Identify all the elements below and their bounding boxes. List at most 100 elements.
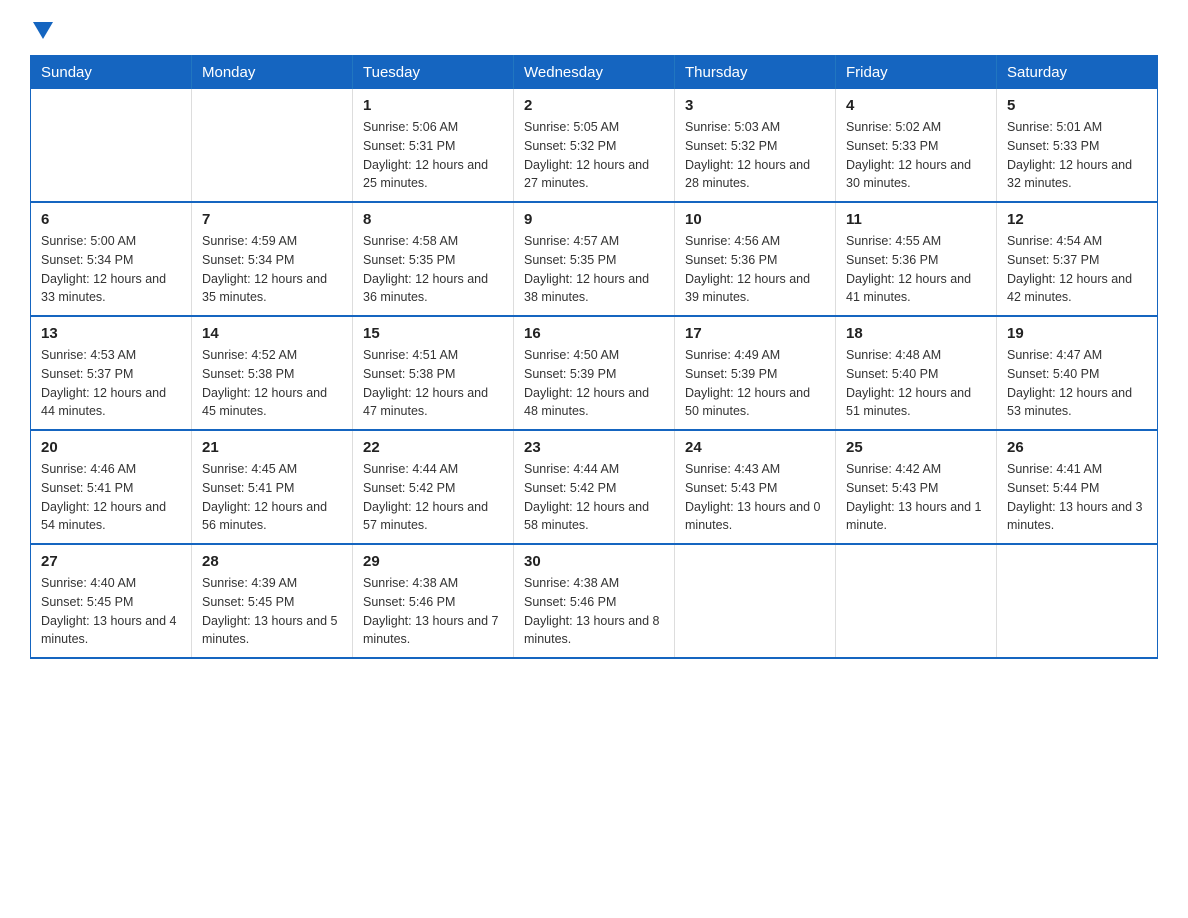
day-cell: 23 Sunrise: 4:44 AMSunset: 5:42 PMDayligh… (514, 430, 675, 544)
logo-triangle-icon (33, 22, 53, 39)
day-cell: 8 Sunrise: 4:58 AMSunset: 5:35 PMDaylight… (353, 202, 514, 316)
day-detail: Sunrise: 4:47 AMSunset: 5:40 PMDaylight:… (1007, 346, 1147, 421)
calendar-body: 1 Sunrise: 5:06 AMSunset: 5:31 PMDaylight… (31, 89, 1158, 658)
day-cell: 4Sunrise: 5:02 AMSunset: 5:33 PMDaylight… (836, 89, 997, 202)
day-number: 24 (685, 439, 825, 456)
day-cell (675, 544, 836, 658)
day-detail: Sunrise: 5:02 AMSunset: 5:33 PMDaylight:… (846, 118, 986, 193)
day-detail: Sunrise: 5:01 AMSunset: 5:33 PMDaylight:… (1007, 118, 1147, 193)
day-cell: 6Sunrise: 5:00 AMSunset: 5:34 PMDaylight… (31, 202, 192, 316)
day-number: 10 (685, 211, 825, 228)
day-number: 9 (524, 211, 664, 228)
weekday-header-monday: Monday (192, 56, 353, 90)
week-row-4: 20 Sunrise: 4:46 AMSunset: 5:41 PMDayligh… (31, 430, 1158, 544)
logo (30, 20, 53, 37)
day-cell: 1 Sunrise: 5:06 AMSunset: 5:31 PMDaylight… (353, 89, 514, 202)
day-cell: 20 Sunrise: 4:46 AMSunset: 5:41 PMDayligh… (31, 430, 192, 544)
day-cell: 29 Sunrise: 4:38 AMSunset: 5:46 PMDayligh… (353, 544, 514, 658)
day-detail: Sunrise: 4:53 AMSunset: 5:37 PMDaylight:… (41, 346, 181, 421)
weekday-header-wednesday: Wednesday (514, 56, 675, 90)
day-cell: 28 Sunrise: 4:39 AMSunset: 5:45 PMDayligh… (192, 544, 353, 658)
day-number: 7 (202, 211, 342, 228)
day-detail: Sunrise: 4:39 AMSunset: 5:45 PMDaylight:… (202, 574, 342, 649)
day-cell: 9Sunrise: 4:57 AMSunset: 5:35 PMDaylight… (514, 202, 675, 316)
day-cell: 16 Sunrise: 4:50 AMSunset: 5:39 PMDayligh… (514, 316, 675, 430)
day-cell (997, 544, 1158, 658)
day-cell: 15 Sunrise: 4:51 AMSunset: 5:38 PMDayligh… (353, 316, 514, 430)
day-cell (31, 89, 192, 202)
day-cell: 13 Sunrise: 4:53 AMSunset: 5:37 PMDayligh… (31, 316, 192, 430)
day-number: 21 (202, 439, 342, 456)
day-cell: 30 Sunrise: 4:38 AMSunset: 5:46 PMDayligh… (514, 544, 675, 658)
day-number: 16 (524, 325, 664, 342)
day-detail: Sunrise: 4:44 AMSunset: 5:42 PMDaylight:… (524, 460, 664, 535)
day-detail: Sunrise: 4:50 AMSunset: 5:39 PMDaylight:… (524, 346, 664, 421)
day-detail: Sunrise: 4:59 AMSunset: 5:34 PMDaylight:… (202, 232, 342, 307)
day-number: 25 (846, 439, 986, 456)
day-number: 22 (363, 439, 503, 456)
day-number: 3 (685, 97, 825, 114)
day-number: 5 (1007, 97, 1147, 114)
day-cell (192, 89, 353, 202)
day-number: 19 (1007, 325, 1147, 342)
day-detail: Sunrise: 4:43 AMSunset: 5:43 PMDaylight:… (685, 460, 825, 535)
day-detail: Sunrise: 4:52 AMSunset: 5:38 PMDaylight:… (202, 346, 342, 421)
day-cell: 12 Sunrise: 4:54 AMSunset: 5:37 PMDayligh… (997, 202, 1158, 316)
day-number: 28 (202, 553, 342, 570)
weekday-header-saturday: Saturday (997, 56, 1158, 90)
day-detail: Sunrise: 4:41 AMSunset: 5:44 PMDaylight:… (1007, 460, 1147, 535)
week-row-5: 27 Sunrise: 4:40 AMSunset: 5:45 PMDayligh… (31, 544, 1158, 658)
day-number: 1 (363, 97, 503, 114)
day-cell: 10Sunrise: 4:56 AMSunset: 5:36 PMDayligh… (675, 202, 836, 316)
day-cell: 21 Sunrise: 4:45 AMSunset: 5:41 PMDayligh… (192, 430, 353, 544)
day-number: 8 (363, 211, 503, 228)
day-cell: 7 Sunrise: 4:59 AMSunset: 5:34 PMDaylight… (192, 202, 353, 316)
calendar-table: SundayMondayTuesdayWednesdayThursdayFrid… (30, 55, 1158, 659)
day-detail: Sunrise: 4:46 AMSunset: 5:41 PMDaylight:… (41, 460, 181, 535)
day-detail: Sunrise: 4:38 AMSunset: 5:46 PMDaylight:… (524, 574, 664, 649)
day-detail: Sunrise: 5:05 AMSunset: 5:32 PMDaylight:… (524, 118, 664, 193)
day-cell: 14Sunrise: 4:52 AMSunset: 5:38 PMDayligh… (192, 316, 353, 430)
page-header (30, 20, 1158, 37)
day-detail: Sunrise: 4:51 AMSunset: 5:38 PMDaylight:… (363, 346, 503, 421)
day-cell: 25 Sunrise: 4:42 AMSunset: 5:43 PMDayligh… (836, 430, 997, 544)
weekday-header-row: SundayMondayTuesdayWednesdayThursdayFrid… (31, 56, 1158, 90)
day-number: 13 (41, 325, 181, 342)
day-number: 30 (524, 553, 664, 570)
day-cell (836, 544, 997, 658)
day-number: 20 (41, 439, 181, 456)
day-cell: 5 Sunrise: 5:01 AMSunset: 5:33 PMDaylight… (997, 89, 1158, 202)
day-number: 17 (685, 325, 825, 342)
weekday-header-tuesday: Tuesday (353, 56, 514, 90)
day-number: 23 (524, 439, 664, 456)
day-number: 6 (41, 211, 181, 228)
day-cell: 17Sunrise: 4:49 AMSunset: 5:39 PMDayligh… (675, 316, 836, 430)
week-row-3: 13 Sunrise: 4:53 AMSunset: 5:37 PMDayligh… (31, 316, 1158, 430)
day-number: 27 (41, 553, 181, 570)
day-cell: 26 Sunrise: 4:41 AMSunset: 5:44 PMDayligh… (997, 430, 1158, 544)
day-number: 26 (1007, 439, 1147, 456)
day-number: 15 (363, 325, 503, 342)
day-cell: 2 Sunrise: 5:05 AMSunset: 5:32 PMDaylight… (514, 89, 675, 202)
day-detail: Sunrise: 4:45 AMSunset: 5:41 PMDaylight:… (202, 460, 342, 535)
day-cell: 27 Sunrise: 4:40 AMSunset: 5:45 PMDayligh… (31, 544, 192, 658)
day-detail: Sunrise: 5:06 AMSunset: 5:31 PMDaylight:… (363, 118, 503, 193)
day-number: 29 (363, 553, 503, 570)
day-number: 18 (846, 325, 986, 342)
day-cell: 22Sunrise: 4:44 AMSunset: 5:42 PMDayligh… (353, 430, 514, 544)
week-row-1: 1 Sunrise: 5:06 AMSunset: 5:31 PMDaylight… (31, 89, 1158, 202)
weekday-header-sunday: Sunday (31, 56, 192, 90)
day-detail: Sunrise: 4:38 AMSunset: 5:46 PMDaylight:… (363, 574, 503, 649)
day-detail: Sunrise: 4:58 AMSunset: 5:35 PMDaylight:… (363, 232, 503, 307)
day-number: 12 (1007, 211, 1147, 228)
day-number: 11 (846, 211, 986, 228)
day-cell: 19 Sunrise: 4:47 AMSunset: 5:40 PMDayligh… (997, 316, 1158, 430)
weekday-header-thursday: Thursday (675, 56, 836, 90)
day-number: 2 (524, 97, 664, 114)
day-detail: Sunrise: 4:42 AMSunset: 5:43 PMDaylight:… (846, 460, 986, 535)
day-cell: 18 Sunrise: 4:48 AMSunset: 5:40 PMDayligh… (836, 316, 997, 430)
week-row-2: 6Sunrise: 5:00 AMSunset: 5:34 PMDaylight… (31, 202, 1158, 316)
day-detail: Sunrise: 4:54 AMSunset: 5:37 PMDaylight:… (1007, 232, 1147, 307)
day-detail: Sunrise: 4:40 AMSunset: 5:45 PMDaylight:… (41, 574, 181, 649)
day-detail: Sunrise: 4:48 AMSunset: 5:40 PMDaylight:… (846, 346, 986, 421)
